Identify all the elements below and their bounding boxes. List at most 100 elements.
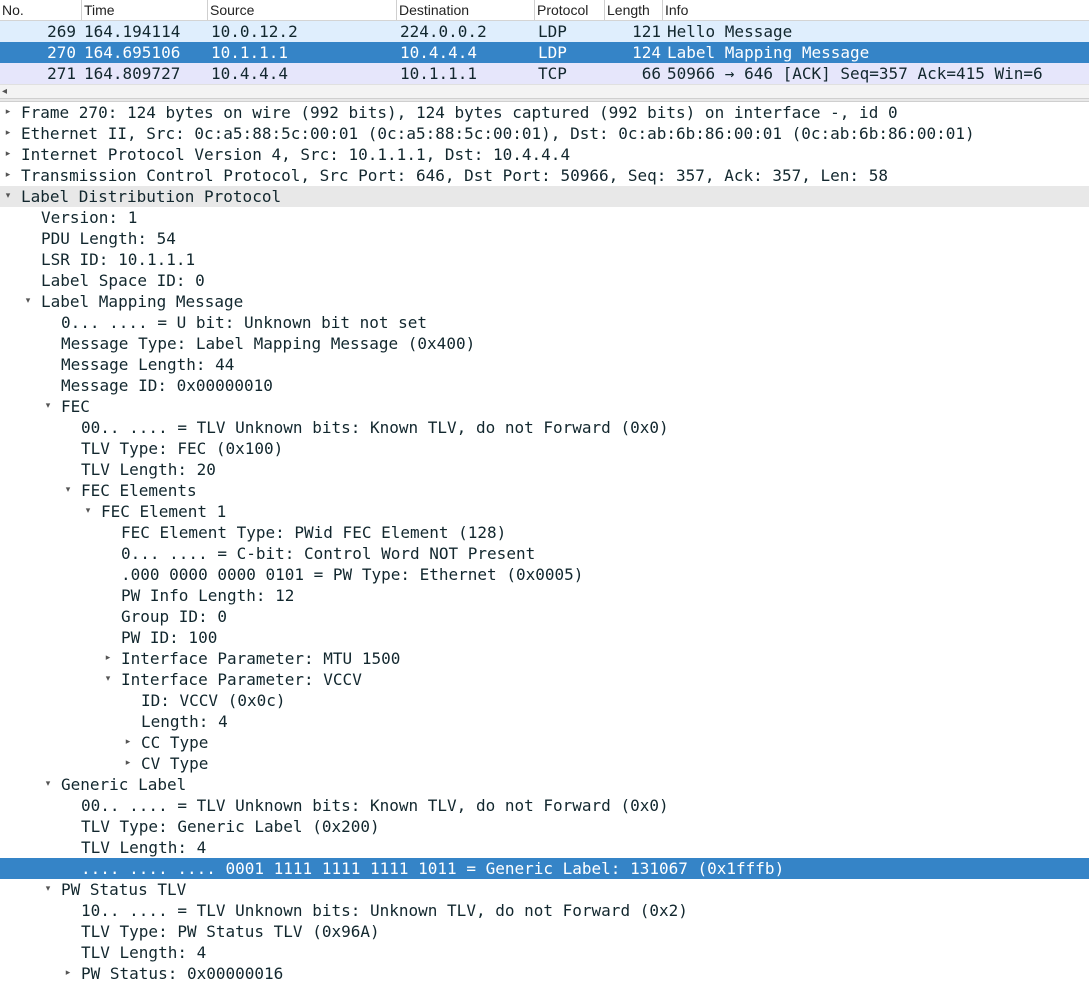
tree-item-interface-parameter-vccv[interactable]: ▾ Interface Parameter: VCCV — [0, 669, 1089, 690]
packet-no: 271 — [47, 64, 76, 83]
tree-item-label: LSR ID: 10.1.1.1 — [41, 250, 196, 269]
packet-protocol: LDP — [538, 43, 567, 62]
packet-info: Label Mapping Message — [667, 43, 870, 62]
collapse-arrow-icon[interactable]: ▾ — [63, 480, 73, 501]
packet-list-horizontal-scrollbar[interactable]: ◂ — [0, 84, 1089, 98]
column-header-no[interactable]: No. — [0, 0, 82, 20]
packet-info: 50966 → 646 [ACK] Seq=357 Ack=415 Win=6 — [667, 64, 1043, 83]
tree-item-label: .... .... .... 0001 1111 1111 1111 1011 … — [81, 859, 785, 878]
tree-item-pw-status[interactable]: ▸ PW Status: 0x00000016 — [0, 963, 1089, 984]
tree-item-message-length[interactable]: Message Length: 44 — [0, 354, 1089, 375]
tree-item-label: TLV Type: PW Status TLV (0x96A) — [81, 922, 380, 941]
tree-item-fec-element-type[interactable]: FEC Element Type: PWid FEC Element (128) — [0, 522, 1089, 543]
tree-item-ipv4[interactable]: ▸ Internet Protocol Version 4, Src: 10.1… — [0, 144, 1089, 165]
tree-item-generic-label-value[interactable]: .... .... .... 0001 1111 1111 1111 1011 … — [0, 858, 1089, 879]
tree-item-fec-element-1[interactable]: ▾ FEC Element 1 — [0, 501, 1089, 522]
tree-item-fec-tlv-type[interactable]: TLV Type: FEC (0x100) — [0, 438, 1089, 459]
tree-item-label: CC Type — [141, 733, 209, 752]
collapse-arrow-icon[interactable]: ▾ — [43, 774, 53, 795]
tree-item-frame[interactable]: ▸ Frame 270: 124 bytes on wire (992 bits… — [0, 102, 1089, 123]
column-header-protocol[interactable]: Protocol — [535, 0, 605, 20]
packet-row-270[interactable]: 270 164.695106 10.1.1.1 10.4.4.4 LDP 124… — [0, 42, 1089, 63]
tree-item-group-id[interactable]: Group ID: 0 — [0, 606, 1089, 627]
packet-list[interactable]: No. Time Source Destination Protocol Len… — [0, 0, 1089, 98]
packet-no: 270 — [47, 43, 76, 62]
expand-arrow-icon[interactable]: ▸ — [63, 963, 73, 984]
collapse-arrow-icon[interactable]: ▾ — [43, 396, 53, 417]
packet-row-271[interactable]: 271 164.809727 10.4.4.4 10.1.1.1 TCP 66 … — [0, 63, 1089, 84]
tree-item-message-id[interactable]: Message ID: 0x00000010 — [0, 375, 1089, 396]
tree-item-label: TLV Length: 20 — [81, 460, 216, 479]
tree-item-lsr-id[interactable]: LSR ID: 10.1.1.1 — [0, 249, 1089, 270]
column-header-length[interactable]: Length — [605, 0, 663, 20]
tree-item-ethernet[interactable]: ▸ Ethernet II, Src: 0c:a5:88:5c:00:01 (0… — [0, 123, 1089, 144]
packet-source: 10.0.12.2 — [211, 22, 298, 41]
tree-item-label: PDU Length: 54 — [41, 229, 176, 248]
tree-item-interface-parameter-mtu[interactable]: ▸ Interface Parameter: MTU 1500 — [0, 648, 1089, 669]
packet-length: 121 — [632, 22, 661, 41]
tree-item-cv-type[interactable]: ▸ CV Type — [0, 753, 1089, 774]
expand-arrow-icon[interactable]: ▸ — [123, 732, 133, 753]
column-header-source[interactable]: Source — [208, 0, 397, 20]
tree-item-gl-tlv-type[interactable]: TLV Type: Generic Label (0x200) — [0, 816, 1089, 837]
tree-item-label: Interface Parameter: VCCV — [121, 670, 362, 689]
tree-item-label: Message ID: 0x00000010 — [61, 376, 273, 395]
tree-item-label: 0... .... = C-bit: Control Word NOT Pres… — [121, 544, 536, 563]
expand-arrow-icon[interactable]: ▸ — [3, 123, 13, 144]
tree-item-pw-id[interactable]: PW ID: 100 — [0, 627, 1089, 648]
packet-destination: 10.4.4.4 — [400, 43, 478, 62]
tree-item-generic-label[interactable]: ▾ Generic Label — [0, 774, 1089, 795]
collapse-arrow-icon[interactable]: ▾ — [23, 291, 33, 312]
column-header-time[interactable]: Time — [82, 0, 208, 20]
packet-list-header: No. Time Source Destination Protocol Len… — [0, 0, 1089, 21]
expand-arrow-icon[interactable]: ▸ — [103, 648, 113, 669]
tree-item-pw-info-length[interactable]: PW Info Length: 12 — [0, 585, 1089, 606]
tree-item-vccv-length[interactable]: Length: 4 — [0, 711, 1089, 732]
tree-item-fec[interactable]: ▾ FEC — [0, 396, 1089, 417]
tree-item-pws-tlv-length[interactable]: TLV Length: 4 — [0, 942, 1089, 963]
tree-item-pws-tlv-type[interactable]: TLV Type: PW Status TLV (0x96A) — [0, 921, 1089, 942]
tree-item-label: CV Type — [141, 754, 209, 773]
tree-item-vccv-id[interactable]: ID: VCCV (0x0c) — [0, 690, 1089, 711]
expand-arrow-icon[interactable]: ▸ — [3, 165, 13, 186]
collapse-arrow-icon[interactable]: ▾ — [83, 501, 93, 522]
tree-item-fec-tlv-unknown-bits[interactable]: 00.. .... = TLV Unknown bits: Known TLV,… — [0, 417, 1089, 438]
tree-item-label: Group ID: 0 — [121, 607, 227, 626]
expand-arrow-icon[interactable]: ▸ — [3, 144, 13, 165]
column-header-info[interactable]: Info — [663, 0, 1089, 20]
tree-item-pws-tlv-unknown-bits[interactable]: 10.. .... = TLV Unknown bits: Unknown TL… — [0, 900, 1089, 921]
tree-item-tcp[interactable]: ▸ Transmission Control Protocol, Src Por… — [0, 165, 1089, 186]
tree-item-c-bit[interactable]: 0... .... = C-bit: Control Word NOT Pres… — [0, 543, 1089, 564]
packet-details-tree[interactable]: ▸ Frame 270: 124 bytes on wire (992 bits… — [0, 102, 1089, 985]
scroll-left-arrow-icon[interactable]: ◂ — [2, 85, 7, 98]
tree-item-pdu-length[interactable]: PDU Length: 54 — [0, 228, 1089, 249]
column-header-destination[interactable]: Destination — [397, 0, 535, 20]
tree-item-fec-elements[interactable]: ▾ FEC Elements — [0, 480, 1089, 501]
tree-item-ldp[interactable]: ▾ Label Distribution Protocol — [0, 186, 1089, 207]
expand-arrow-icon[interactable]: ▸ — [123, 753, 133, 774]
tree-item-gl-tlv-unknown-bits[interactable]: 00.. .... = TLV Unknown bits: Known TLV,… — [0, 795, 1089, 816]
tree-item-label: TLV Type: Generic Label (0x200) — [81, 817, 380, 836]
tree-item-gl-tlv-length[interactable]: TLV Length: 4 — [0, 837, 1089, 858]
tree-item-label: FEC Elements — [81, 481, 197, 500]
tree-item-fec-tlv-length[interactable]: TLV Length: 20 — [0, 459, 1089, 480]
collapse-arrow-icon[interactable]: ▾ — [43, 879, 53, 900]
tree-item-cc-type[interactable]: ▸ CC Type — [0, 732, 1089, 753]
collapse-arrow-icon[interactable]: ▾ — [3, 186, 13, 207]
tree-item-label: Version: 1 — [41, 208, 138, 227]
tree-item-version[interactable]: Version: 1 — [0, 207, 1089, 228]
tree-item-pw-status-tlv[interactable]: ▾ PW Status TLV — [0, 879, 1089, 900]
tree-item-label-space-id[interactable]: Label Space ID: 0 — [0, 270, 1089, 291]
packet-source: 10.4.4.4 — [211, 64, 289, 83]
tree-item-label-mapping-message[interactable]: ▾ Label Mapping Message — [0, 291, 1089, 312]
packet-protocol: TCP — [538, 64, 567, 83]
tree-item-label: TLV Type: FEC (0x100) — [81, 439, 284, 458]
collapse-arrow-icon[interactable]: ▾ — [103, 669, 113, 690]
tree-item-u-bit[interactable]: 0... .... = U bit: Unknown bit not set — [0, 312, 1089, 333]
tree-item-pw-type[interactable]: .000 0000 0000 0101 = PW Type: Ethernet … — [0, 564, 1089, 585]
packet-row-269[interactable]: 269 164.194114 10.0.12.2 224.0.0.2 LDP 1… — [0, 21, 1089, 42]
packet-destination: 224.0.0.2 — [400, 22, 487, 41]
tree-item-message-type[interactable]: Message Type: Label Mapping Message (0x4… — [0, 333, 1089, 354]
tree-item-label: 0... .... = U bit: Unknown bit not set — [61, 313, 428, 332]
expand-arrow-icon[interactable]: ▸ — [3, 102, 13, 123]
